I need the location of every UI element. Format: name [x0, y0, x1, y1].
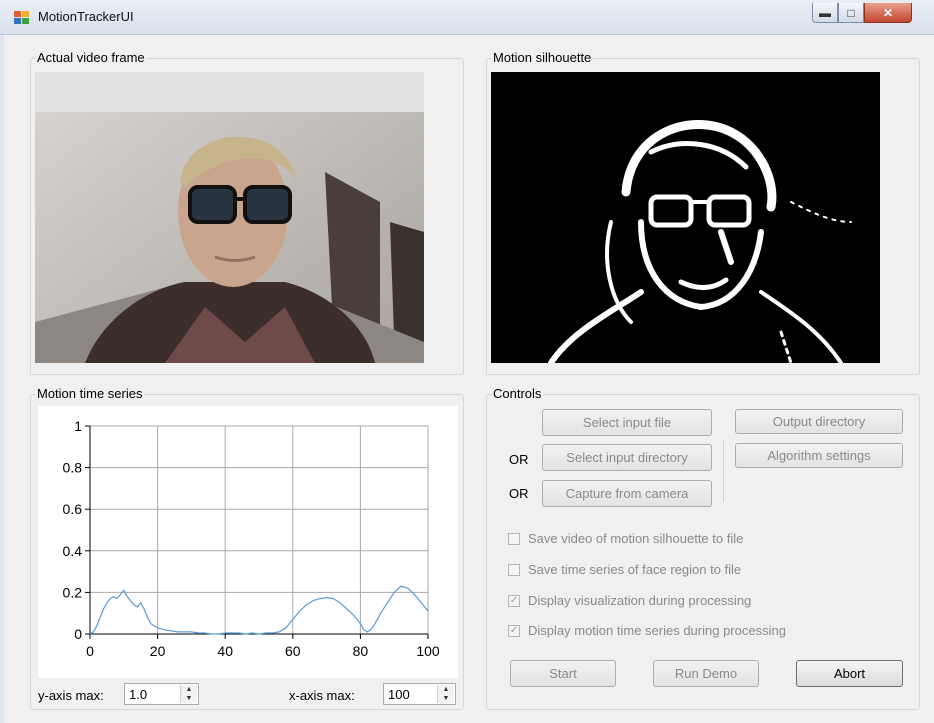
minimize-button[interactable]: ▬ [812, 3, 838, 23]
close-icon: ✕ [882, 5, 894, 20]
app-icon [14, 11, 30, 25]
video-frame-label: Actual video frame [35, 50, 147, 65]
option-save-time-series[interactable]: Save time series of face region to file [508, 562, 741, 577]
y-tick-label: 0.6 [63, 501, 83, 517]
x-tick-label: 80 [353, 643, 369, 659]
time-series-label: Motion time series [35, 386, 145, 401]
option-label: Save video of motion silhouette to file [528, 531, 744, 546]
silhouette-label: Motion silhouette [491, 50, 594, 65]
divider [723, 440, 724, 502]
video-frame-drawing [35, 72, 424, 363]
title-bar[interactable]: MotionTrackerUI ▬ □ ✕ [0, 0, 934, 35]
y-tick-label: 0 [74, 626, 82, 642]
x-tick-label: 40 [217, 643, 233, 659]
chart-area: 0 20 40 60 80 100 0 0.2 0.4 0.6 0.8 1 [38, 406, 458, 678]
motion-time-series-chart: 0 20 40 60 80 100 0 0.2 0.4 0.6 0.8 1 [63, 418, 440, 659]
silhouette-drawing [548, 120, 852, 363]
spin-down-icon[interactable]: ▼ [438, 694, 454, 703]
x-axis-max-stepper[interactable]: 100 ▲ ▼ [383, 683, 456, 705]
spin-up-icon[interactable]: ▲ [438, 685, 454, 694]
x-axis-spin-arrows[interactable]: ▲ ▼ [437, 685, 454, 703]
x-axis-max-value[interactable]: 100 [388, 687, 410, 702]
silhouette-image [491, 72, 880, 363]
capture-from-camera-button[interactable]: Capture from camera [542, 480, 712, 507]
select-input-file-button[interactable]: Select input file [542, 409, 712, 436]
y-axis-max-stepper[interactable]: 1.0 ▲ ▼ [124, 683, 199, 705]
spin-up-icon[interactable]: ▲ [181, 685, 197, 694]
option-label: Display motion time series during proces… [528, 623, 786, 638]
option-display-visualization[interactable]: ✓ Display visualization during processin… [508, 593, 751, 608]
y-tick-label: 0.8 [63, 460, 83, 476]
x-tick-label: 20 [150, 643, 166, 659]
window-title: MotionTrackerUI [38, 9, 134, 24]
y-tick-label: 0.4 [63, 543, 83, 559]
option-display-time-series[interactable]: ✓ Display motion time series during proc… [508, 623, 786, 638]
spin-down-icon[interactable]: ▼ [181, 694, 197, 703]
start-button[interactable]: Start [510, 660, 616, 687]
maximize-icon: □ [847, 5, 855, 20]
or-label-1: OR [509, 452, 529, 467]
checkbox[interactable] [508, 563, 520, 576]
option-label: Save time series of face region to file [528, 562, 742, 577]
app-window: MotionTrackerUI ▬ □ ✕ Actual video frame [0, 0, 934, 723]
option-label: Display visualization during processing [528, 593, 752, 608]
x-axis-max-label: x-axis max: [289, 688, 355, 703]
window-edge [0, 34, 4, 723]
abort-button[interactable]: Abort [796, 660, 903, 687]
checkbox-checked-icon[interactable]: ✓ [508, 594, 520, 607]
y-axis-spin-arrows[interactable]: ▲ ▼ [180, 685, 197, 703]
y-axis-max-label: y-axis max: [38, 688, 104, 703]
series-line [89, 585, 429, 635]
x-tick-label: 0 [86, 643, 94, 659]
option-save-video[interactable]: Save video of motion silhouette to file [508, 531, 743, 546]
algorithm-settings-button[interactable]: Algorithm settings [735, 443, 903, 468]
y-axis-max-value[interactable]: 1.0 [129, 687, 147, 702]
run-demo-button[interactable]: Run Demo [653, 660, 759, 687]
x-tick-label: 100 [416, 643, 440, 659]
x-tick-label: 60 [285, 643, 301, 659]
checkbox[interactable] [508, 532, 520, 545]
output-directory-button[interactable]: Output directory [735, 409, 903, 434]
close-button[interactable]: ✕ [864, 3, 912, 23]
or-label-2: OR [509, 486, 529, 501]
video-frame-image [35, 72, 424, 363]
y-tick-label: 1 [74, 418, 82, 434]
minimize-icon: ▬ [819, 5, 831, 20]
checkbox-checked-icon[interactable]: ✓ [508, 624, 520, 637]
y-tick-label: 0.2 [63, 584, 83, 600]
select-input-directory-button[interactable]: Select input directory [542, 444, 712, 471]
maximize-button[interactable]: □ [838, 3, 864, 23]
controls-label: Controls [491, 386, 544, 401]
